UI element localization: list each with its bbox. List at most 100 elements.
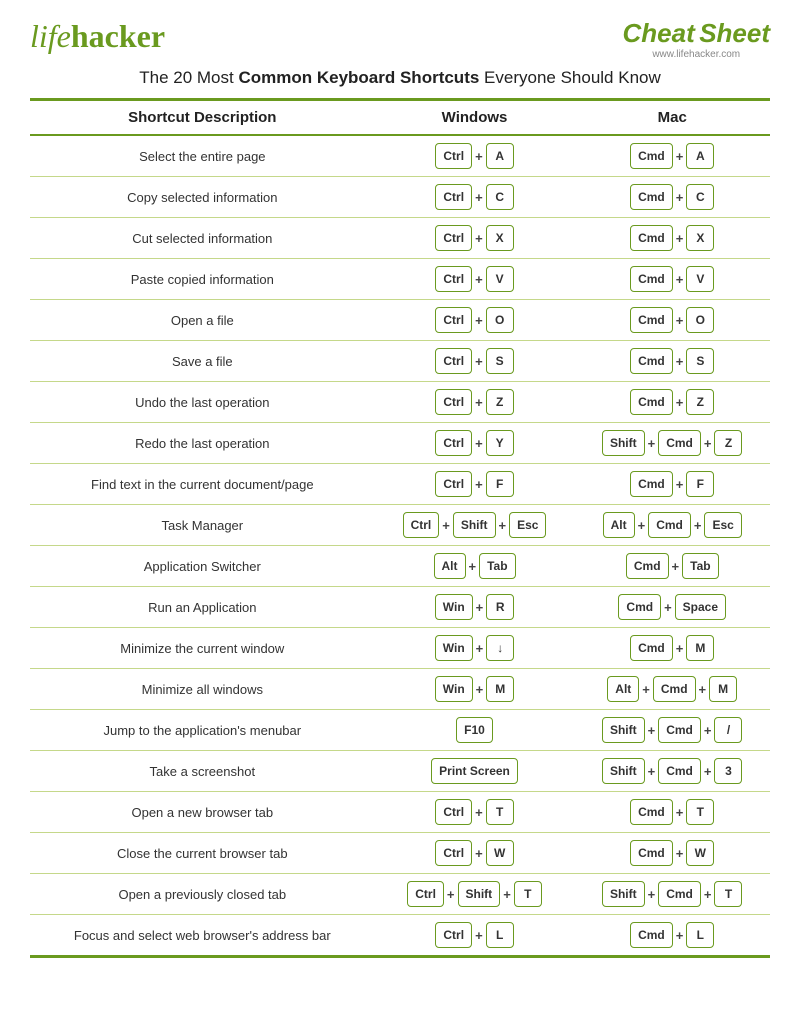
table-header: Shortcut Description Windows Mac [30, 101, 770, 135]
mac-keys: Cmd+T [574, 792, 770, 833]
table-row: Save a fileCtrl+SCmd+S [30, 341, 770, 382]
sheet-label: Sheet [699, 18, 770, 48]
mac-keys: Cmd+C [574, 177, 770, 218]
windows-keys: Ctrl+Shift+Esc [375, 505, 575, 546]
table-row: Cut selected informationCtrl+XCmd+X [30, 218, 770, 259]
windows-keys: Win+↓ [375, 628, 575, 669]
header-row: Shortcut Description Windows Mac [30, 101, 770, 135]
table-row: Focus and select web browser's address b… [30, 915, 770, 956]
shortcut-description: Run an Application [30, 587, 375, 628]
shortcuts-table: Shortcut Description Windows Mac Select … [30, 101, 770, 955]
mac-keys: Cmd+Z [574, 382, 770, 423]
windows-keys: Ctrl+C [375, 177, 575, 218]
shortcut-description: Undo the last operation [30, 382, 375, 423]
table-row: Take a screenshotPrint ScreenShift+Cmd+3 [30, 751, 770, 792]
title-plain-end: Everyone Should Know [479, 68, 660, 87]
windows-keys: Ctrl+L [375, 915, 575, 956]
shortcut-description: Focus and select web browser's address b… [30, 915, 375, 956]
header: lifehacker Cheat Sheet www.lifehacker.co… [30, 18, 770, 60]
mac-keys: Shift+Cmd+T [574, 874, 770, 915]
shortcut-description: Find text in the current document/page [30, 464, 375, 505]
windows-keys: Win+M [375, 669, 575, 710]
windows-keys: Win+R [375, 587, 575, 628]
mac-keys: Cmd+L [574, 915, 770, 956]
table-body: Select the entire pageCtrl+ACmd+ACopy se… [30, 135, 770, 955]
table-row: Minimize the current windowWin+↓Cmd+M [30, 628, 770, 669]
shortcut-description: Cut selected information [30, 218, 375, 259]
table-row: Undo the last operationCtrl+ZCmd+Z [30, 382, 770, 423]
windows-keys: Ctrl+Z [375, 382, 575, 423]
shortcut-description: Jump to the application's menubar [30, 710, 375, 751]
windows-keys: Ctrl+X [375, 218, 575, 259]
mac-keys: Shift+Cmd+/ [574, 710, 770, 751]
table-row: Redo the last operationCtrl+YShift+Cmd+Z [30, 423, 770, 464]
mac-keys: Cmd+W [574, 833, 770, 874]
windows-keys: Ctrl+T [375, 792, 575, 833]
mac-keys: Shift+Cmd+3 [574, 751, 770, 792]
table-row: Find text in the current document/pageCt… [30, 464, 770, 505]
windows-keys: Alt+Tab [375, 546, 575, 587]
shortcut-description: Select the entire page [30, 135, 375, 177]
shortcut-description: Application Switcher [30, 546, 375, 587]
table-row: Task ManagerCtrl+Shift+EscAlt+Cmd+Esc [30, 505, 770, 546]
mac-keys: Cmd+Tab [574, 546, 770, 587]
windows-keys: Ctrl+A [375, 135, 575, 177]
windows-keys: Ctrl+F [375, 464, 575, 505]
cheat-sheet-title: Cheat Sheet [622, 18, 770, 49]
shortcut-description: Open a previously closed tab [30, 874, 375, 915]
table-row: Application SwitcherAlt+TabCmd+Tab [30, 546, 770, 587]
mac-keys: Cmd+F [574, 464, 770, 505]
site-url: www.lifehacker.com [622, 49, 770, 60]
title-bold: Common Keyboard Shortcuts [238, 68, 479, 87]
table-row: Open a fileCtrl+OCmd+O [30, 300, 770, 341]
col-windows: Windows [375, 101, 575, 135]
logo-life: life [30, 18, 71, 54]
windows-keys: Ctrl+Y [375, 423, 575, 464]
mac-keys: Shift+Cmd+Z [574, 423, 770, 464]
logo-hacker: hacker [71, 18, 165, 54]
mac-keys: Cmd+V [574, 259, 770, 300]
mac-keys: Cmd+M [574, 628, 770, 669]
col-description: Shortcut Description [30, 101, 375, 135]
col-mac: Mac [574, 101, 770, 135]
windows-keys: Ctrl+V [375, 259, 575, 300]
title-plain-start: The 20 Most [139, 68, 238, 87]
logo: lifehacker [30, 18, 165, 55]
shortcut-description: Save a file [30, 341, 375, 382]
windows-keys: Print Screen [375, 751, 575, 792]
mac-keys: Cmd+S [574, 341, 770, 382]
mac-keys: Alt+Cmd+Esc [574, 505, 770, 546]
windows-keys: Ctrl+S [375, 341, 575, 382]
page-title: The 20 Most Common Keyboard Shortcuts Ev… [30, 68, 770, 88]
shortcut-description: Open a file [30, 300, 375, 341]
shortcut-description: Take a screenshot [30, 751, 375, 792]
shortcut-description: Task Manager [30, 505, 375, 546]
table-row: Paste copied informationCtrl+VCmd+V [30, 259, 770, 300]
table-row: Jump to the application's menubarF10Shif… [30, 710, 770, 751]
shortcut-description: Minimize all windows [30, 669, 375, 710]
shortcut-description: Open a new browser tab [30, 792, 375, 833]
table-row: Open a new browser tabCtrl+TCmd+T [30, 792, 770, 833]
mac-keys: Cmd+O [574, 300, 770, 341]
windows-keys: Ctrl+Shift+T [375, 874, 575, 915]
table-row: Copy selected informationCtrl+CCmd+C [30, 177, 770, 218]
windows-keys: Ctrl+W [375, 833, 575, 874]
shortcut-description: Close the current browser tab [30, 833, 375, 874]
mac-keys: Cmd+X [574, 218, 770, 259]
table-row: Close the current browser tabCtrl+WCmd+W [30, 833, 770, 874]
shortcut-description: Redo the last operation [30, 423, 375, 464]
table-row: Minimize all windowsWin+MAlt+Cmd+M [30, 669, 770, 710]
cheat-label: Cheat [622, 18, 694, 48]
table-row: Run an ApplicationWin+RCmd+Space [30, 587, 770, 628]
table-row: Open a previously closed tabCtrl+Shift+T… [30, 874, 770, 915]
table-row: Select the entire pageCtrl+ACmd+A [30, 135, 770, 177]
shortcut-description: Copy selected information [30, 177, 375, 218]
windows-keys: F10 [375, 710, 575, 751]
shortcut-description: Paste copied information [30, 259, 375, 300]
cheat-sheet-badge: Cheat Sheet www.lifehacker.com [622, 18, 770, 60]
windows-keys: Ctrl+O [375, 300, 575, 341]
bottom-border [30, 955, 770, 958]
mac-keys: Cmd+Space [574, 587, 770, 628]
shortcut-description: Minimize the current window [30, 628, 375, 669]
mac-keys: Cmd+A [574, 135, 770, 177]
